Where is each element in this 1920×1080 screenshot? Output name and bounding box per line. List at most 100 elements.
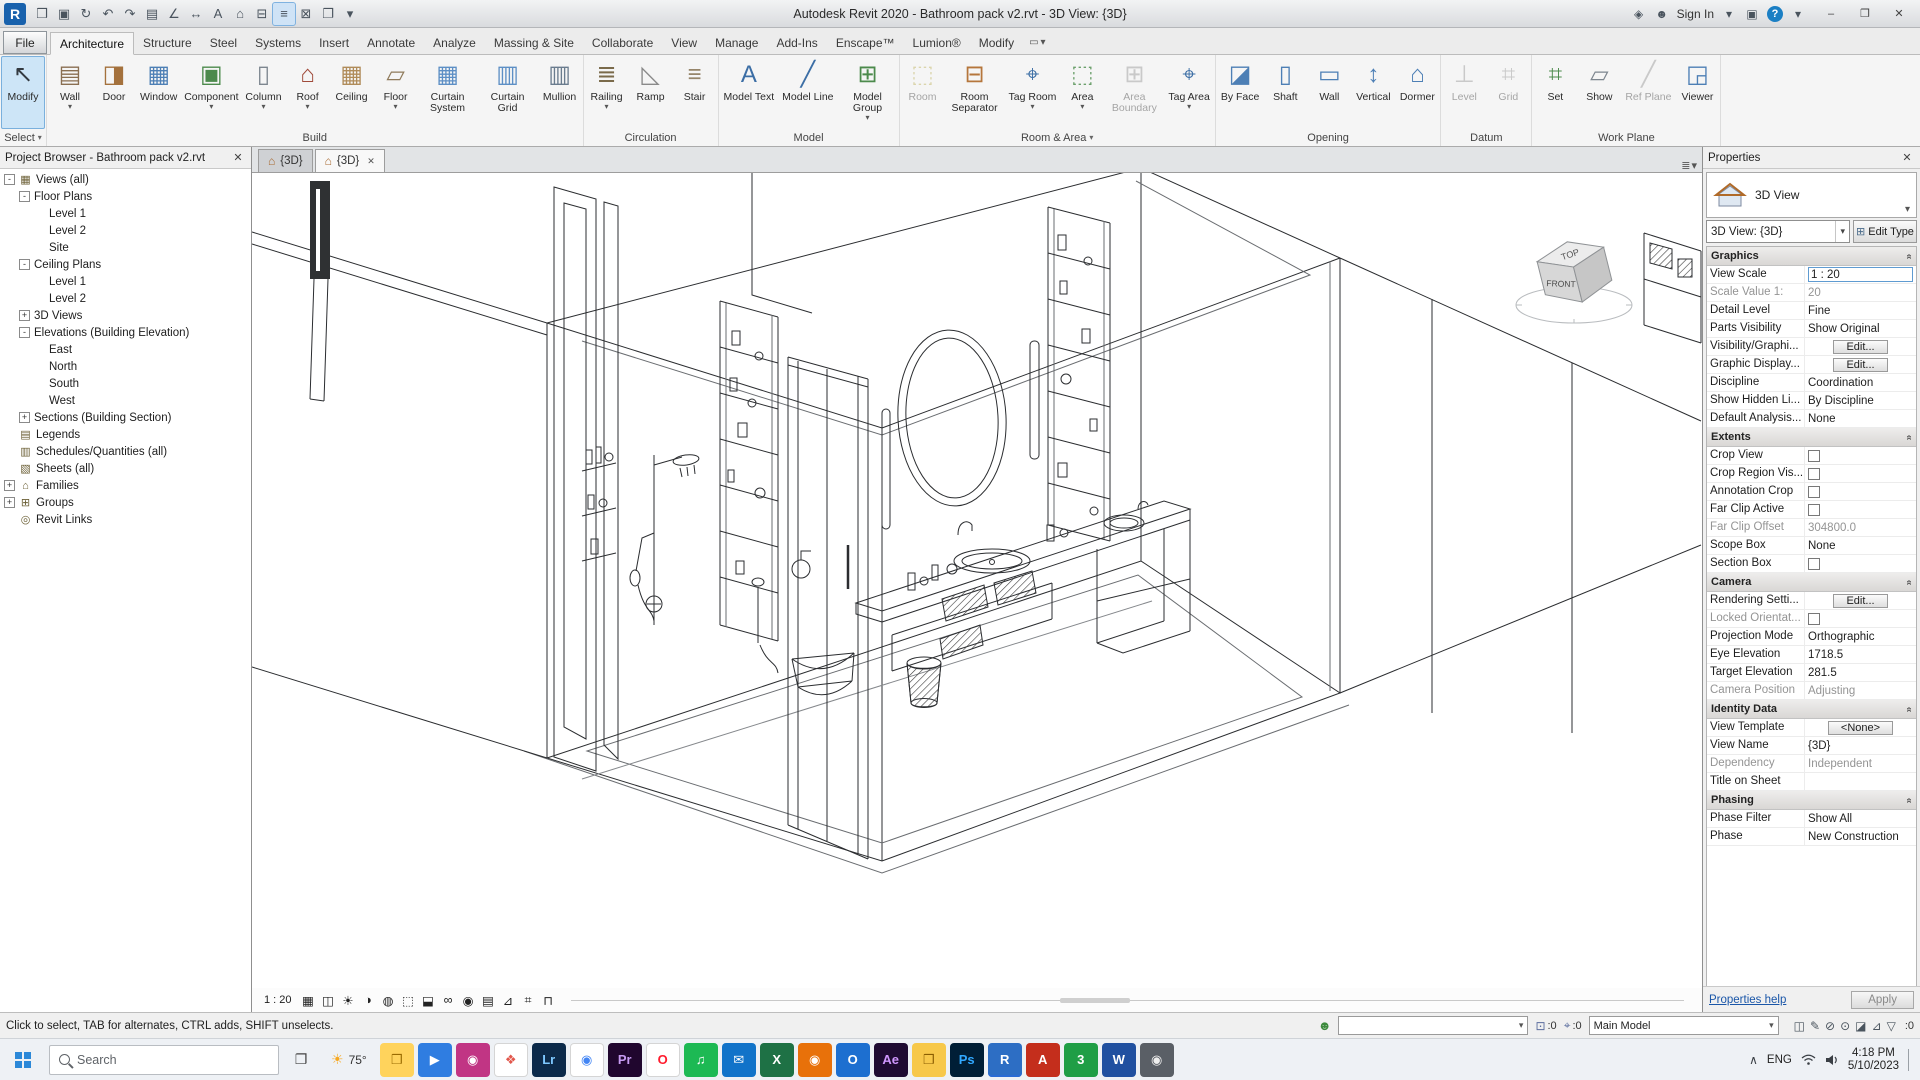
tab-file[interactable]: File [3,31,47,54]
type-combo[interactable]: 3D View: {3D} ▾ [1706,220,1850,243]
sign-in-caret-icon[interactable]: ▾ [1721,4,1737,24]
select-pinned-icon[interactable]: ⊙ [1840,1019,1850,1033]
type-selector[interactable]: 3D View ▾ [1706,172,1917,218]
taskbar-app-camera[interactable]: ◉ [1139,1042,1174,1077]
tree-item-schedules-quantities-all[interactable]: ▥ Schedules/Quantities (all) [0,443,251,460]
button-curtain-system[interactable]: ▦ Curtain System [418,56,478,129]
editable-only-icon[interactable]: ✎ [1810,1019,1820,1033]
button-ceiling[interactable]: ▦ Ceiling [330,56,374,129]
revit-logo[interactable]: R [4,2,26,25]
taskbar-app-revit[interactable]: R [987,1042,1022,1077]
minimize-button[interactable]: – [1814,0,1848,27]
input-view-scale[interactable]: 1 : 20 [1808,267,1913,282]
exchange-apps-icon[interactable]: ▣ [1744,4,1760,24]
button-model-line[interactable]: ╱ Model Line [778,56,837,129]
tree-item-views-all[interactable]: - ▦ Views (all) [0,171,251,188]
clock[interactable]: 4:18 PM 5/10/2023 [1848,1047,1899,1073]
button-ramp[interactable]: ◺ Ramp [629,56,673,129]
tab-annotate[interactable]: Annotate [358,31,424,54]
expand-icon[interactable]: + [4,497,15,508]
button-vertical[interactable]: ↕ Vertical [1351,56,1395,129]
button-component[interactable]: ▣ Component ▾ [181,56,241,129]
tree-item-site[interactable]: Site [0,239,251,256]
button-wall[interactable]: ▭ Wall [1307,56,1351,129]
expand-icon[interactable]: + [19,412,30,423]
text-icon[interactable]: A [207,3,229,25]
taskbar-app-outlook[interactable]: O [835,1042,870,1077]
taskbar-app-photos[interactable]: ❖ [493,1042,528,1077]
tab-steel[interactable]: Steel [201,31,246,54]
tree-item-revit-links[interactable]: ◎ Revit Links [0,511,251,528]
taskbar-app-file-explorer[interactable]: ❒ [379,1042,414,1077]
taskbar-app-word[interactable]: W [1101,1042,1136,1077]
button-model-text[interactable]: A Model Text [720,56,779,129]
collapse-icon[interactable]: - [19,259,30,270]
drawing-canvas[interactable] [252,173,1702,988]
tab-manage[interactable]: Manage [706,31,767,54]
taskbar-app-brave[interactable]: ◉ [797,1042,832,1077]
taskbar-app-mail[interactable]: ✉ [721,1042,756,1077]
checkbox-annotation-crop[interactable] [1808,485,1820,498]
button-tag-area[interactable]: ⌖ Tag Area ▾ [1164,56,1213,129]
selection-count-indicator[interactable]: ⌖:0 [1564,1018,1582,1033]
horizontal-scrollbar[interactable] [570,996,1685,1005]
taskbar-app-folder[interactable]: ❒ [911,1042,946,1077]
collapse-icon[interactable]: - [4,174,15,185]
show-analytical-model-icon[interactable]: ⊿ [499,991,518,1010]
tree-item-3d-views[interactable]: +3D Views [0,307,251,324]
button-floor[interactable]: ▱ Floor ▾ [374,56,418,129]
collapse-section-icon[interactable]: « [1904,797,1915,803]
button-stair[interactable]: ≡ Stair [673,56,717,129]
visual-style-icon[interactable]: ◫ [319,991,338,1010]
expand-icon[interactable]: + [19,310,30,321]
button-window[interactable]: ▦ Window [136,56,181,129]
collapse-section-icon[interactable]: « [1904,434,1915,440]
taskbar-app-lightroom[interactable]: Lr [531,1042,566,1077]
open-icon[interactable]: ❒ [31,3,53,25]
button-railing[interactable]: ≣ Railing ▾ [585,56,629,129]
tree-item-legends[interactable]: ▤ Legends [0,426,251,443]
search-input[interactable]: Search [49,1044,279,1075]
collapse-icon[interactable]: - [19,191,30,202]
shadows-icon[interactable]: ◑ [359,991,378,1010]
scale-button[interactable]: 1 : 20 [258,993,298,1007]
button-modify[interactable]: ↖ Modify [1,56,45,129]
button-viewer[interactable]: ◲ Viewer [1675,56,1719,129]
button-by-face[interactable]: ◪ By Face [1217,56,1264,129]
taskbar-app-autocad[interactable]: A [1025,1042,1060,1077]
tree-item-floor-plans[interactable]: - Floor Plans [0,188,251,205]
button-wall[interactable]: ▤ Wall ▾ [48,56,92,129]
close-hidden-windows-icon[interactable]: ⊠ [295,3,317,25]
button-show[interactable]: ▱ Show [1577,56,1621,129]
checkbox-locked-orientat[interactable] [1808,612,1820,625]
sun-path-icon[interactable]: ☀ [339,991,358,1010]
print-icon[interactable]: ▤ [141,3,163,25]
highlight-displacement-icon[interactable]: ⌗ [519,991,538,1010]
taskbar-app-photoshop[interactable]: Ps [949,1042,984,1077]
tab-list-dropdown[interactable]: ≣ ▾ [1681,159,1697,172]
button-roof[interactable]: ⌂ Roof ▾ [286,56,330,129]
checkbox-crop-view[interactable] [1808,449,1820,462]
button-room-separator[interactable]: ⊟ Room Separator [945,56,1005,129]
collapse-section-icon[interactable]: « [1904,706,1915,712]
collapse-icon[interactable]: - [19,327,30,338]
action-center-icon[interactable] [1908,1048,1914,1071]
button-column[interactable]: ▯ Column ▾ [241,56,285,129]
button-view-template[interactable]: <None> [1827,720,1894,735]
language-indicator[interactable]: ENG [1767,1054,1792,1066]
button-graphic-display[interactable]: Edit... [1833,357,1888,372]
edit-type-button[interactable]: ⊞ Edit Type [1853,220,1917,243]
taskbar-app-facetime[interactable]: ▶ [417,1042,452,1077]
tree-item-south[interactable]: South [0,375,251,392]
button-curtain-grid[interactable]: ▥ Curtain Grid [478,56,538,129]
qat-customize-icon[interactable]: ▾ [339,3,361,25]
tab-systems[interactable]: Systems [246,31,310,54]
section-icon[interactable]: ⊟ [251,3,273,25]
view-tab-0[interactable]: ⌂ {3D} [258,149,313,172]
tree-item-groups[interactable]: + ⊞ Groups [0,494,251,511]
tree-item-east[interactable]: East [0,341,251,358]
reveal-hidden-elements-icon[interactable]: ◉ [459,991,478,1010]
button-rendering-setti[interactable]: Edit... [1833,593,1888,608]
section-camera[interactable]: Camera « [1707,573,1916,592]
section-graphics[interactable]: Graphics « [1707,247,1916,266]
